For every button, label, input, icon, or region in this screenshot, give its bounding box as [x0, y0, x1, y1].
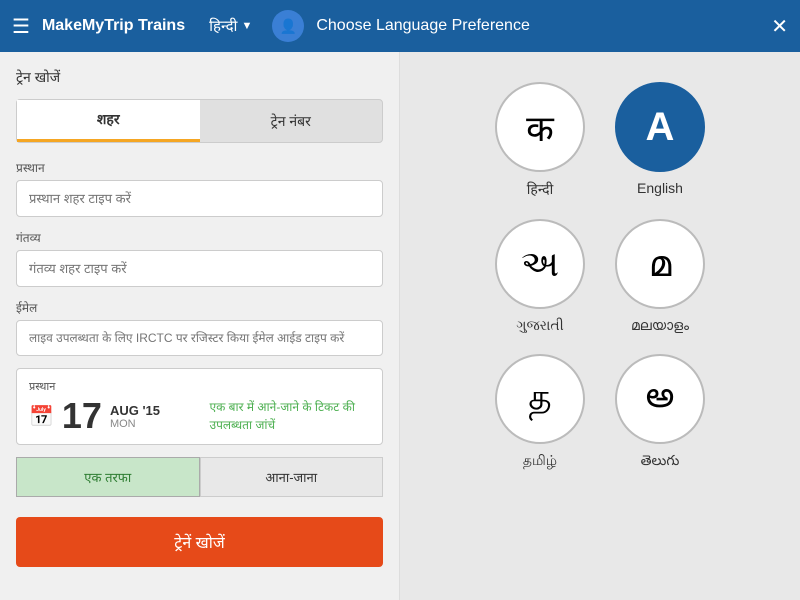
profile-icon[interactable]: 👤: [272, 10, 304, 42]
tab-city[interactable]: शहर: [17, 100, 200, 142]
app-header: ☰ MakeMyTrip Trains हिन्दी ▼ 👤 Choose La…: [0, 0, 800, 52]
round-trip-text: एक बार में आने-जाने के टिकट की उपलब्धता …: [210, 400, 355, 432]
date-info: 📅 17 AUG '15 MON: [29, 398, 190, 434]
search-section-title: ट्रेन खोजें: [16, 68, 383, 87]
date-day: 17: [62, 398, 102, 434]
language-preference-panel: क हिन्दी A English અ ગુજરાતી മ മലയാളം த தமிழ் అ తెల…: [400, 52, 800, 600]
current-language-label: हिन्दी: [209, 16, 237, 36]
destination-input[interactable]: [16, 250, 383, 287]
language-grid: क हिन्दी A English અ ગુજરાતી മ മലയാളം த தமிழ் అ తెల…: [495, 82, 705, 472]
language-name-0: हिन्दी: [527, 180, 553, 199]
journey-type-tabs: एक तरफा आना-जाना: [16, 457, 383, 497]
tab-one-way[interactable]: एक तरफा: [16, 457, 200, 497]
language-symbol-5: అ: [615, 354, 705, 444]
language-symbol-4: த: [495, 354, 585, 444]
search-type-tabs: शहर ट्रेन नंबर: [16, 99, 383, 143]
round-trip-message: एक बार में आने-जाने के टिकट की उपलब्धता …: [210, 398, 371, 434]
departure-input[interactable]: [16, 180, 383, 217]
tab-round-trip[interactable]: आना-जाना: [200, 457, 384, 497]
departure-label: प्रस्थान: [16, 159, 383, 176]
language-option-[interactable]: क हिन्दी: [495, 82, 585, 199]
date-month-day: AUG '15 MON: [110, 403, 160, 430]
language-symbol-1: A: [615, 82, 705, 172]
date-month: AUG '15: [110, 403, 160, 418]
language-name-1: English: [637, 180, 683, 196]
language-name-5: తెలుగు: [641, 452, 680, 472]
email-input[interactable]: [16, 320, 383, 356]
close-icon[interactable]: ✕: [771, 14, 788, 39]
language-option-[interactable]: മ മലയാളം: [615, 219, 705, 334]
language-option-[interactable]: અ ગુજરાતી: [495, 219, 585, 334]
language-selector-button[interactable]: हिन्दी ▼: [209, 16, 252, 36]
language-symbol-2: અ: [495, 219, 585, 309]
language-name-2: ગુજરાતી: [516, 317, 563, 334]
search-panel: ट्रेन खोजें शहर ट्रेन नंबर प्रस्थान गंतव…: [0, 52, 400, 600]
date-dow: MON: [110, 418, 160, 430]
language-symbol-3: മ: [615, 219, 705, 309]
language-symbol-0: क: [495, 82, 585, 172]
app-logo: MakeMyTrip Trains: [42, 17, 185, 35]
menu-icon[interactable]: ☰: [12, 14, 30, 39]
language-option-english[interactable]: A English: [615, 82, 705, 199]
main-layout: ट्रेन खोजें शहर ट्रेन नंबर प्रस्थान गंतव…: [0, 52, 800, 600]
search-trains-button[interactable]: ट्रेनें खोजें: [16, 517, 383, 567]
dropdown-arrow-icon: ▼: [241, 20, 252, 32]
tab-train-number[interactable]: ट्रेन नंबर: [200, 100, 383, 142]
language-option-[interactable]: த தமிழ்: [495, 354, 585, 472]
departure-field-group: प्रस्थान: [16, 159, 383, 217]
modal-title: Choose Language Preference: [316, 17, 771, 35]
language-name-3: മലയാളം: [631, 317, 689, 334]
calendar-icon: 📅: [29, 404, 54, 429]
date-section[interactable]: प्रस्थान 📅 17 AUG '15 MON एक बार में आने…: [16, 368, 383, 445]
email-field-group: ईमेल: [16, 299, 383, 356]
destination-field-group: गंतव्य: [16, 229, 383, 287]
email-label: ईमेल: [16, 299, 383, 316]
date-section-label: प्रस्थान: [29, 379, 370, 394]
language-option-[interactable]: అ తెలుగు: [615, 354, 705, 472]
destination-label: गंतव्य: [16, 229, 383, 246]
language-name-4: தமிழ்: [523, 452, 557, 471]
